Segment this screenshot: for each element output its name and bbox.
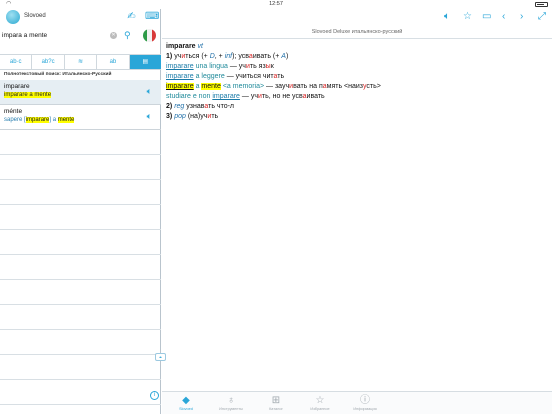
article-headword-line: imparare vt — [166, 42, 546, 52]
fulltext-search-icon[interactable]: ▤ — [129, 55, 162, 69]
forward-arrow-icon[interactable]: › — [520, 12, 523, 22]
list-item[interactable]: ménte sapere [imparare] a mente 🔈︎ — [0, 105, 161, 130]
list-item[interactable]: imparare imparare a mente 🔈︎ — [0, 80, 161, 105]
dictionary-title: Slovoed Deluxe итальянско-русский — [162, 27, 552, 39]
search-mode-bar: ab·c ab?c ≋ ab ▤ — [0, 54, 162, 70]
language-flag-icon[interactable] — [143, 29, 156, 42]
empty-row — [0, 355, 161, 380]
result-word: ménte — [4, 108, 23, 115]
empty-row — [0, 130, 161, 155]
headword: imparare — [166, 43, 196, 50]
result-subtext: sapere [imparare] a mente — [4, 117, 75, 123]
fullscreen-icon[interactable]: ⤢ — [538, 12, 546, 22]
info-icon[interactable]: i — [150, 391, 159, 400]
tab-bar: ◆ Slovoed ♁ Инструменты ⊞ Каталог ☆ Избр… — [162, 391, 552, 414]
search-bar: ✕ ⚲ — [0, 27, 161, 45]
slovoed-logo-icon — [6, 10, 20, 24]
lightbulb-icon: ♁ — [227, 395, 235, 406]
right-pane: 🔈︎ ☆ ▭ ‹ › ⤢ Slovoed Deluxe итальянско-р… — [162, 9, 552, 391]
result-word: imparare — [4, 83, 30, 90]
left-toolbar: Slovoed ✍ ⌨ — [0, 9, 161, 26]
empty-row — [0, 230, 161, 255]
anagram-search-icon[interactable]: ab — [97, 55, 130, 69]
handwriting-icon[interactable]: ✍ — [126, 12, 137, 22]
empty-row — [0, 180, 161, 205]
sense-2: 2) reg узнавать что-л — [166, 103, 235, 110]
headword-link[interactable]: imparare — [212, 93, 240, 100]
clear-search-icon[interactable]: ✕ — [110, 32, 117, 39]
result-subtext: imparare a mente — [4, 92, 52, 98]
tab-favorites[interactable]: ☆ Избранное — [300, 395, 340, 412]
headword-link[interactable]: imparare — [166, 83, 194, 90]
example-1: imparare una lingua — учить язык — [166, 63, 274, 70]
keyboard-toggle-icon[interactable]: ⌨ — [145, 12, 159, 22]
slovoed-icon: ◆ — [182, 395, 190, 406]
tab-information[interactable]: ⓘ Информация — [345, 395, 385, 412]
empty-row — [0, 155, 161, 180]
search-options-icon[interactable]: ⚲ — [124, 30, 131, 41]
star-icon: ☆ — [315, 395, 325, 406]
star-icon[interactable]: ☆ — [463, 12, 472, 22]
speaker-icon[interactable]: 🔈︎ — [147, 111, 152, 122]
section-title: Полнотекстовый поиск: Итальянско-Русский — [4, 72, 112, 77]
article-toolbar: 🔈︎ ☆ ▭ ‹ › ⤢ — [162, 9, 552, 26]
sense-3: 3) pop (на)учить — [166, 113, 219, 120]
status-time: 12:57 — [269, 1, 283, 7]
empty-row — [0, 205, 161, 230]
catalog-icon: ⊞ — [271, 395, 281, 406]
headword-link[interactable]: imparare — [166, 63, 194, 70]
empty-row — [0, 380, 161, 405]
tab-slovoed[interactable]: ◆ Slovoed — [166, 395, 206, 412]
results-list: imparare imparare a mente 🔈︎ ménte saper… — [0, 80, 161, 405]
tab-catalog[interactable]: ⊞ Каталог — [256, 395, 296, 412]
dictionary-article: imparare vt 1) учиться (+ D, + inf); усв… — [166, 42, 546, 122]
fuzzy-search-icon[interactable]: ≋ — [65, 55, 98, 69]
pattern-search-icon[interactable]: ab·c — [0, 55, 33, 69]
search-input[interactable] — [2, 29, 119, 42]
empty-row — [0, 255, 161, 280]
empty-row — [0, 305, 161, 330]
sense-1: 1) учиться (+ D, + inf); усваивать (+ A) — [166, 53, 289, 60]
empty-row — [0, 330, 161, 355]
info-icon: ⓘ — [360, 395, 370, 406]
tab-tools[interactable]: ♁ Инструменты — [211, 395, 251, 412]
example-3: imparare a mente <a memoria> — заучивать… — [166, 83, 381, 90]
wildcard-search-icon[interactable]: ab?c — [32, 55, 65, 69]
speaker-icon[interactable]: 🔈︎ — [444, 12, 450, 22]
example-4: studiare e non imparare — учить, но не у… — [166, 93, 325, 100]
headword-link[interactable]: imparare — [166, 73, 194, 80]
back-arrow-icon[interactable]: ‹ — [502, 12, 505, 22]
example-2: imparare a leggere — учиться читать — [166, 73, 285, 80]
app-name: Slovoed — [24, 13, 46, 19]
empty-row — [0, 280, 161, 305]
speaker-icon[interactable]: 🔈︎ — [147, 86, 152, 97]
status-bar: ︎◠ 12:57 — [0, 0, 552, 9]
battery-icon — [535, 2, 548, 7]
left-pane: Slovoed ✍ ⌨ ✕ ⚲ ab·c ab?c ≋ ab ▤ Полноте… — [0, 9, 162, 414]
card-icon[interactable]: ▭ — [482, 12, 491, 22]
part-of-speech: vt — [197, 43, 203, 50]
